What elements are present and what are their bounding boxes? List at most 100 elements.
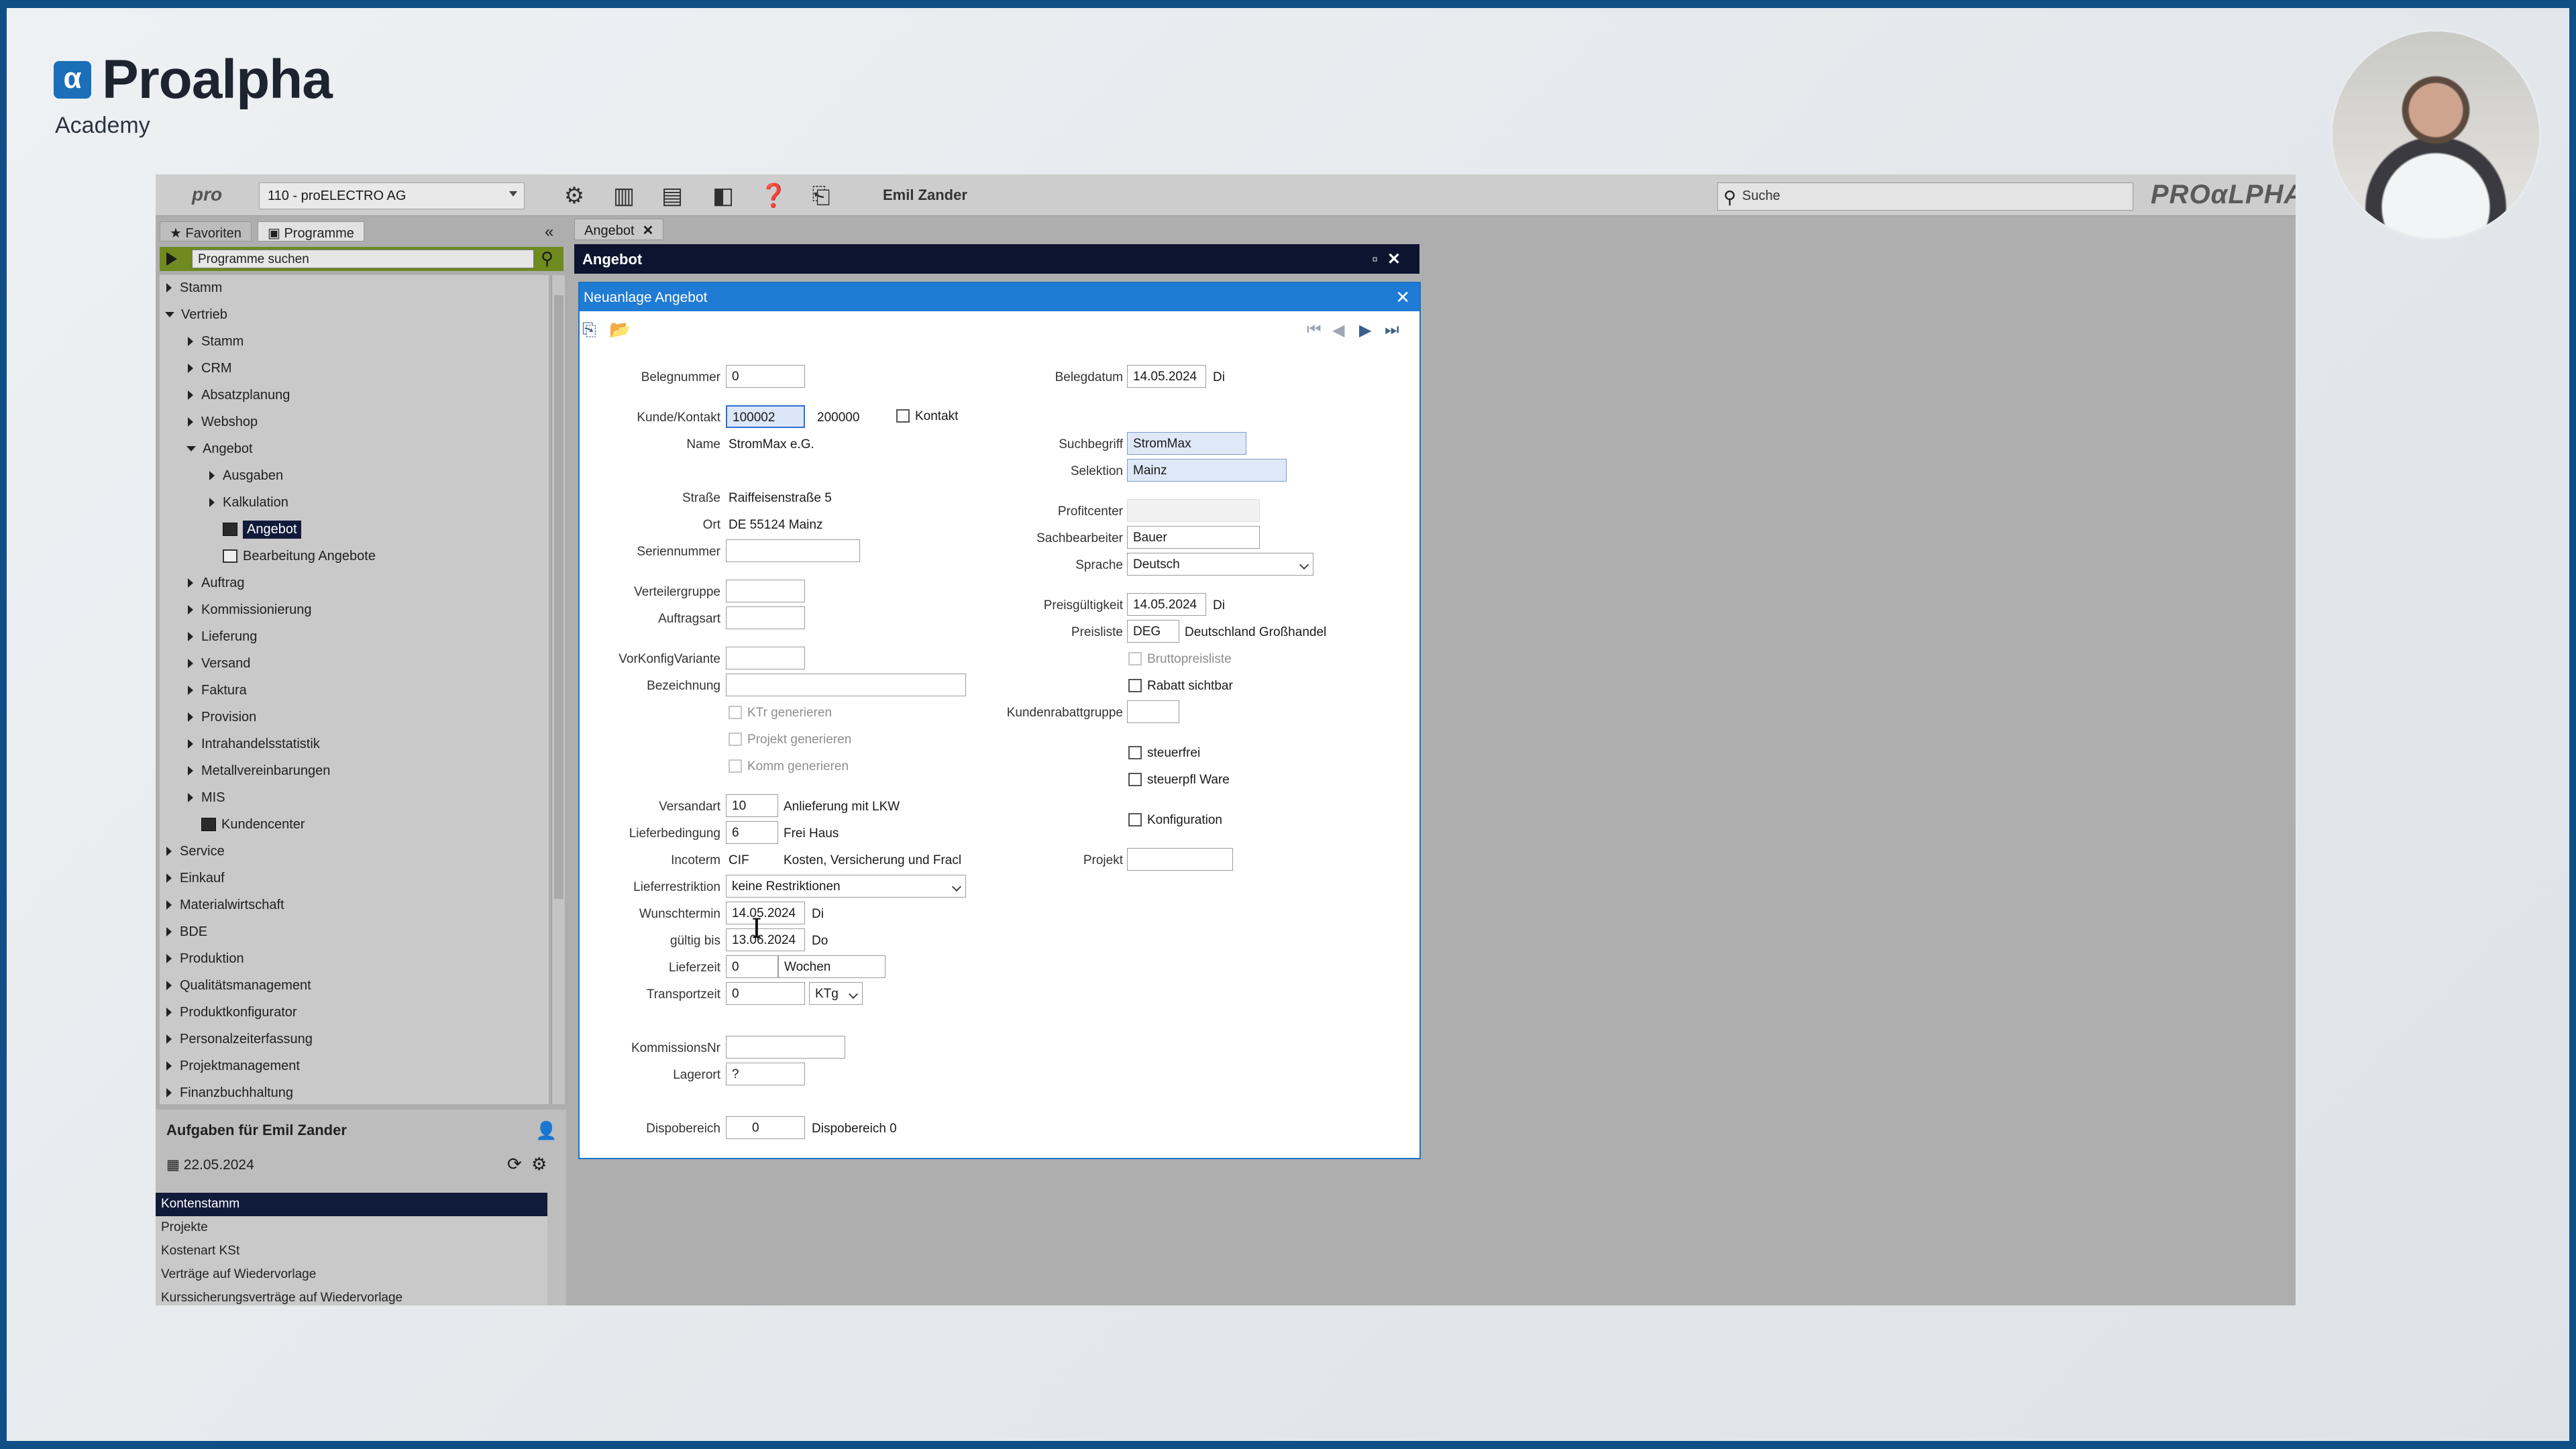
tree-item[interactable]: Projektmanagement <box>166 1053 300 1079</box>
profitcenter-field[interactable] <box>1127 499 1260 522</box>
tree-item[interactable]: Stamm <box>188 329 244 354</box>
scrollbar-thumb[interactable] <box>554 295 564 899</box>
komm-generieren-checkbox[interactable] <box>729 759 742 773</box>
list-item[interactable]: Projekte <box>156 1216 547 1240</box>
tree-item[interactable]: Qualitätsmanagement <box>166 973 311 998</box>
kunde-field[interactable]: 100002 <box>726 405 805 428</box>
tree-item[interactable]: Bearbeitung Angebote <box>223 543 376 569</box>
tree-item[interactable]: Versand <box>188 651 250 676</box>
rabatt-sichtbar-checkbox[interactable] <box>1128 679 1142 692</box>
list-item[interactable]: Kontenstamm <box>156 1193 547 1216</box>
company-select[interactable]: 110 - proELECTRO AG <box>259 182 525 209</box>
konfiguration-checkbox[interactable] <box>1128 813 1142 826</box>
dispobereich-field[interactable]: 0 <box>726 1116 805 1139</box>
tree-item[interactable]: Service <box>166 839 225 864</box>
tree-item[interactable]: Produktkonfigurator <box>166 1000 297 1025</box>
logout-icon[interactable]: ⎗ <box>808 182 835 209</box>
gear-icon[interactable]: ⚙ <box>561 182 588 209</box>
tree-item[interactable]: Vertrieb <box>165 302 227 327</box>
lieferbedingung-field[interactable]: 6 <box>726 821 778 844</box>
new-record-icon[interactable]: ⎘ <box>582 319 596 341</box>
seriennummer-field[interactable] <box>726 539 860 562</box>
tree-item[interactable]: CRM <box>188 356 232 381</box>
tree-item[interactable]: Intrahandelsstatistik <box>188 731 320 757</box>
selektion-field[interactable]: Mainz <box>1127 459 1287 482</box>
tab-programs[interactable]: ▣ Programme <box>258 221 364 241</box>
projekt-field[interactable] <box>1127 848 1233 871</box>
suchbegriff-field[interactable]: StromMax <box>1127 432 1246 455</box>
transportzeit-unit-select[interactable]: KTg <box>809 982 863 1005</box>
tree-item[interactable]: Absatzplanung <box>188 382 290 408</box>
tree-item[interactable]: Personalzeiterfassung <box>166 1026 313 1052</box>
gueltig-bis-field[interactable]: 13.06.2024 <box>726 928 805 951</box>
vorkonfig-field[interactable] <box>726 647 805 669</box>
sachbearbeiter-field[interactable]: Bauer <box>1127 526 1260 549</box>
lagerort-field[interactable]: ? <box>726 1063 805 1085</box>
user-icon[interactable]: 👤 <box>535 1120 557 1141</box>
auftragsart-field[interactable] <box>726 606 805 629</box>
bezeichnung-field[interactable] <box>726 674 966 696</box>
tree-item-selected[interactable]: Angebot <box>223 517 301 542</box>
tree-item[interactable]: Angebot <box>186 436 253 462</box>
steuerpfl-ware-checkbox[interactable] <box>1128 773 1142 786</box>
run-icon[interactable] <box>166 252 177 266</box>
tree-item[interactable]: Faktura <box>188 678 247 703</box>
tree-item[interactable]: Produktion <box>166 946 244 971</box>
preisgueltigkeit-field[interactable]: 14.05.2024 <box>1127 593 1206 616</box>
tree-item[interactable]: Kundencenter <box>201 812 305 837</box>
close-icon[interactable]: ✕ <box>1395 287 1410 308</box>
layout-icon[interactable]: ▤ <box>659 182 686 209</box>
verteilergruppe-field[interactable] <box>726 580 805 602</box>
first-record-icon[interactable]: ⏮ <box>1307 321 1322 339</box>
belegnummer-field[interactable]: 0 <box>726 365 805 388</box>
preisliste-field[interactable]: DEG <box>1127 620 1179 643</box>
previous-record-icon[interactable]: ◀ <box>1332 321 1344 340</box>
split-view-icon[interactable]: ▥ <box>610 182 637 209</box>
projekt-generieren-checkbox[interactable] <box>729 733 742 746</box>
tree-item[interactable]: Stamm <box>166 275 222 301</box>
tree-item[interactable]: Provision <box>188 704 256 730</box>
tree-item[interactable]: Lieferung <box>188 624 257 649</box>
belegdatum-field[interactable]: 14.05.2024 <box>1127 365 1206 388</box>
tasks-date[interactable]: ▦ 22.05.2024 <box>166 1157 254 1173</box>
ktr-checkbox[interactable] <box>729 706 742 719</box>
global-search-input[interactable]: ⚲ Suche <box>1717 182 2133 211</box>
window-controls[interactable]: ▫✕ <box>1372 250 1410 269</box>
tree-item[interactable]: Kalkulation <box>209 490 288 515</box>
search-icon[interactable]: ⚲ <box>541 248 553 269</box>
tree-item[interactable]: Auftrag <box>188 570 244 596</box>
transportzeit-field[interactable]: 0 <box>726 982 805 1005</box>
lieferzeit-unit[interactable]: Wochen <box>778 955 885 978</box>
tree-item[interactable]: Einkauf <box>166 865 225 891</box>
tree-item[interactable]: Ausgaben <box>209 463 283 488</box>
bruttopreisliste-checkbox[interactable] <box>1128 652 1142 665</box>
refresh-icon[interactable]: ⟳ <box>507 1154 522 1175</box>
tree-item[interactable]: Materialwirtschaft <box>166 892 284 918</box>
close-icon[interactable]: ✕ <box>643 223 654 238</box>
list-item[interactable]: Kurssicherungsverträge auf Wiedervorlage <box>156 1287 547 1305</box>
kundenrabattgruppe-field[interactable] <box>1127 700 1179 723</box>
gear-icon[interactable]: ⚙ <box>531 1154 547 1175</box>
tree-item[interactable]: Kommissionierung <box>188 597 312 623</box>
tree-item[interactable]: MIS <box>188 785 225 810</box>
tree-item[interactable]: BDE <box>166 919 207 945</box>
lieferrestriktion-select[interactable]: keine Restriktionen <box>726 875 966 898</box>
versandart-field[interactable]: 10 <box>726 794 778 817</box>
list-item[interactable]: Kostenart KSt <box>156 1240 547 1263</box>
list-item[interactable]: Verträge auf Wiedervorlage <box>156 1263 547 1287</box>
tab-angebot[interactable]: Angebot ✕ <box>574 219 664 240</box>
open-folder-icon[interactable]: 📂 <box>609 319 631 340</box>
lieferzeit-field[interactable]: 0 <box>726 955 778 978</box>
sprache-select[interactable]: Deutsch <box>1127 553 1313 576</box>
help-icon[interactable]: ❓ <box>759 182 788 209</box>
tree-item[interactable]: Finanzbuchhaltung <box>166 1080 293 1104</box>
tree-item[interactable]: Metallvereinbarungen <box>188 758 330 784</box>
wunschtermin-field[interactable]: 14.05.2024 <box>726 902 805 924</box>
steuerfrei-checkbox[interactable] <box>1128 746 1142 759</box>
tab-favorites[interactable]: ★ Favoriten <box>160 221 252 241</box>
tree-scrollbar[interactable] <box>551 275 565 1104</box>
info-panel-icon[interactable]: ◧ <box>710 182 737 209</box>
tree-item[interactable]: Webshop <box>188 409 258 435</box>
next-record-icon[interactable]: ▶ <box>1359 321 1371 340</box>
kontakt-checkbox[interactable] <box>896 409 910 423</box>
